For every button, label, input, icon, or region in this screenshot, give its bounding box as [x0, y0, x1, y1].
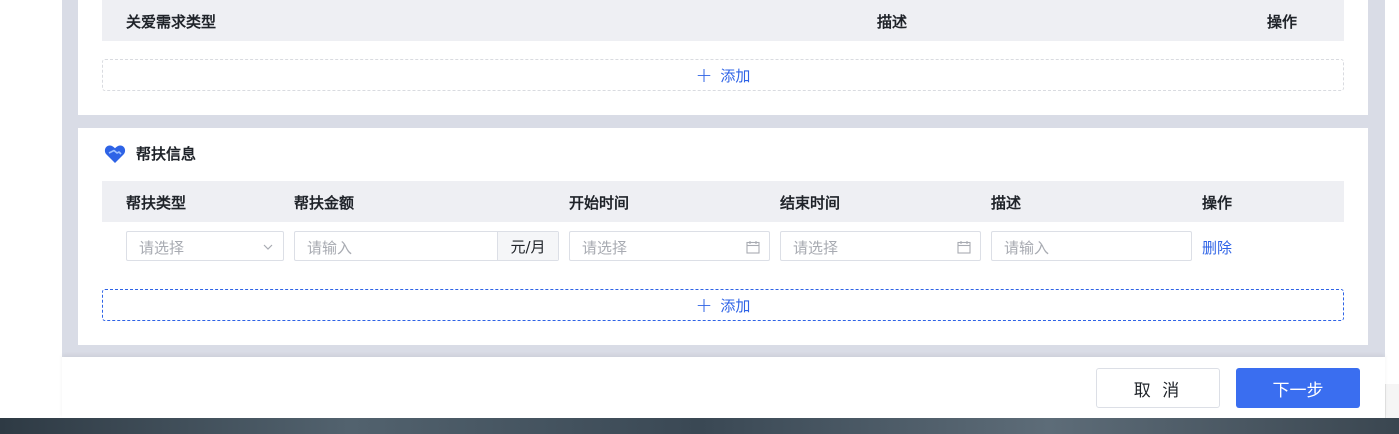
- delete-row-link[interactable]: 删除: [1202, 237, 1232, 258]
- add-assistance-button[interactable]: + 添加: [102, 289, 1344, 321]
- section-title: 帮扶信息: [104, 143, 196, 164]
- plus-icon: +: [695, 63, 713, 87]
- plus-icon: +: [695, 293, 713, 317]
- assist-type-placeholder: 请选择: [139, 239, 185, 257]
- right-margin: [1385, 0, 1399, 418]
- assistance-info-card: 帮扶信息 帮扶类型 帮扶金额 开始时间 结束时间 描述 操作 请选择 请输入 元…: [78, 128, 1368, 345]
- cancel-button[interactable]: 取 消: [1096, 368, 1220, 408]
- calendar-icon: [957, 241, 971, 254]
- heart-handshake-icon: [104, 144, 126, 163]
- amount-unit-suffix: 元/月: [497, 232, 558, 260]
- assist-amount-placeholder: 请输入: [307, 239, 353, 257]
- section-title-text: 帮扶信息: [136, 145, 197, 163]
- form-content-area: 关爱需求类型 描述 操作 + 添加 帮扶信息 帮扶类型 帮扶金额 开始时间 结束…: [62, 0, 1385, 357]
- next-step-button[interactable]: 下一步: [1236, 368, 1360, 408]
- left-margin: [0, 0, 62, 418]
- header-end-time: 结束时间: [780, 194, 841, 212]
- header-care-type: 关爱需求类型: [126, 13, 217, 31]
- header-description: 描述: [877, 13, 908, 31]
- end-date-picker[interactable]: 请选择: [780, 231, 981, 261]
- header-actions: 操作: [1267, 13, 1298, 31]
- add-care-need-label: 添加: [720, 66, 751, 85]
- care-needs-table-header: 关爱需求类型 描述 操作: [102, 0, 1344, 41]
- chevron-down-icon: [263, 244, 273, 250]
- assist-amount-input[interactable]: 请输入 元/月: [294, 231, 559, 261]
- header-assist-type: 帮扶类型: [126, 194, 187, 212]
- description-input[interactable]: 请输入: [991, 231, 1192, 261]
- header-actions: 操作: [1202, 194, 1233, 212]
- header-assist-amount: 帮扶金额: [294, 194, 355, 212]
- description-placeholder: 请输入: [1004, 239, 1050, 257]
- desktop-background: [0, 418, 1399, 434]
- start-date-placeholder: 请选择: [582, 239, 628, 257]
- start-date-picker[interactable]: 请选择: [569, 231, 770, 261]
- scrollbar[interactable]: [1385, 384, 1399, 418]
- calendar-icon: [746, 241, 760, 254]
- end-date-placeholder: 请选择: [793, 239, 839, 257]
- header-description: 描述: [991, 194, 1022, 212]
- assist-type-select[interactable]: 请选择: [126, 231, 284, 261]
- add-assistance-label: 添加: [720, 296, 751, 315]
- add-care-need-button[interactable]: + 添加: [102, 59, 1344, 91]
- assistance-table-header: 帮扶类型 帮扶金额 开始时间 结束时间 描述 操作: [102, 181, 1344, 222]
- care-needs-card: 关爱需求类型 描述 操作 + 添加: [78, 0, 1368, 115]
- footer-bar: 取 消 下一步: [62, 357, 1385, 418]
- header-start-time: 开始时间: [569, 194, 630, 212]
